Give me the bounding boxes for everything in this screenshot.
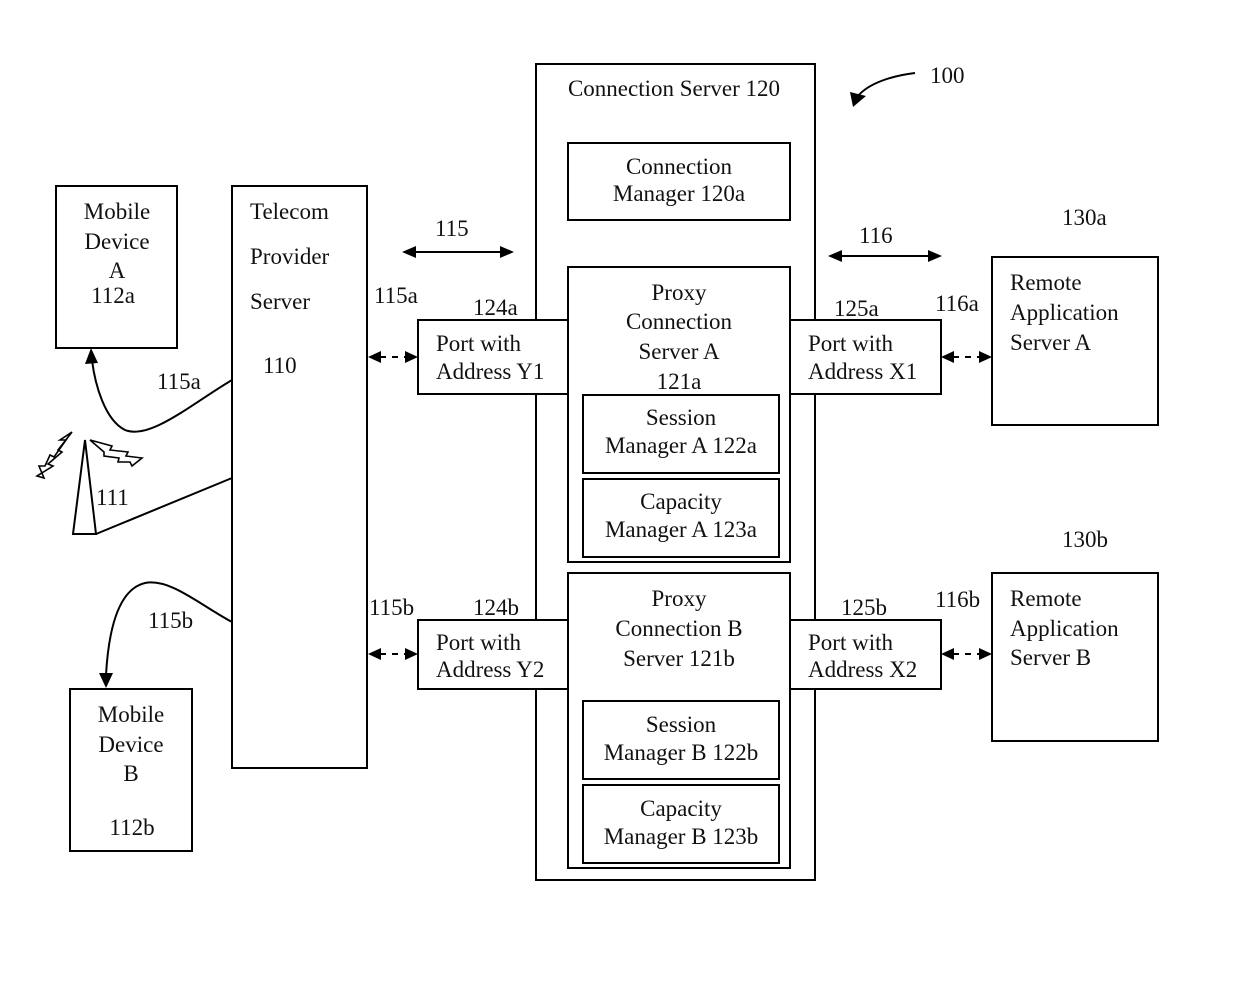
mobile-device-a-line-2: Device — [84, 229, 149, 254]
session-manager-a-line-2: Manager A 122a — [605, 433, 757, 458]
telecom-provider-server: Telecom Provider Server 110 — [231, 185, 368, 769]
link-115a-to-mobile-a: 115a — [85, 348, 233, 433]
mobile-device-b-ref: 112b — [109, 815, 154, 840]
port-y1-line-2: Address Y1 — [436, 359, 544, 384]
link-116-arrowhead-left — [828, 250, 842, 262]
remote-app-server-b-line-1: Remote — [1010, 586, 1082, 611]
link-115-arrowhead-right — [500, 246, 514, 258]
port-y1-arrowhead-right — [405, 351, 418, 363]
connection-server-title: Connection Server 120 — [568, 76, 780, 101]
mobile-device-a-ref: 112a — [91, 283, 135, 308]
mobile-device-b-line-3: B — [123, 761, 138, 786]
figure-ref-arrowhead — [850, 92, 866, 107]
link-115b-port-label: 115b — [369, 595, 414, 620]
port-y2-arrowhead-right — [405, 648, 418, 660]
port-x1-arrowhead-right — [979, 351, 992, 363]
connection-server: Connection Server 120 Connection Manager… — [535, 63, 816, 881]
link-115-label: 115 — [435, 216, 469, 241]
link-116b-label: 116b — [935, 587, 980, 612]
mobile-device-a-line-3: A — [109, 258, 126, 283]
link-115b-arrowhead — [99, 673, 113, 688]
capacity-manager-b-line-1: Capacity — [640, 796, 722, 821]
port-x1-line-2: Address X1 — [808, 359, 917, 384]
remote-app-server-a-line-3: Server A — [1010, 330, 1092, 355]
port-y2-arrowhead-left — [368, 648, 381, 660]
remote-app-server-b: Remote Application Server B 130b — [991, 527, 1159, 742]
link-115a-arrowhead — [85, 348, 98, 364]
mobile-device-b-line-1: Mobile — [98, 702, 164, 727]
remote-app-server-a-line-1: Remote — [1010, 270, 1082, 295]
link-115a-label: 115a — [157, 369, 201, 394]
port-x2-arrowhead-left — [941, 648, 954, 660]
mobile-device-a-line-1: Mobile — [84, 199, 150, 224]
proxy-server-a-line-4: 121a — [657, 369, 702, 394]
telecom-server-line-3: Server — [250, 289, 310, 314]
link-115b-to-mobile-b: 115b — [99, 581, 233, 688]
port-x2-ref: 125b — [841, 595, 887, 620]
link-116a-label: 116a — [935, 291, 979, 316]
figure-ref-label: 100 — [930, 63, 965, 88]
cell-tower-ref: 111 — [96, 485, 129, 510]
cell-tower: 111 — [35, 431, 233, 535]
proxy-server-b-line-2: Connection B — [615, 616, 742, 641]
port-x1-line-1: Port with — [808, 331, 893, 356]
port-x2: Port with Address X2 125b 116b — [789, 587, 992, 690]
remote-app-server-a-ref: 130a — [1062, 205, 1107, 230]
port-x1: Port with Address X1 125a 116a — [789, 291, 992, 395]
port-x1-arrowhead-left — [941, 351, 954, 363]
remote-app-server-a: Remote Application Server A 130a — [991, 205, 1159, 426]
link-115-arrowhead-left — [402, 246, 416, 258]
capacity-manager-a-line-1: Capacity — [640, 489, 722, 514]
port-x2-line-1: Port with — [808, 630, 893, 655]
figure-ref-arrow — [857, 72, 916, 97]
mobile-device-b: Mobile Device B 112b — [69, 688, 193, 852]
lightning-bolt-icon-left — [35, 431, 73, 480]
port-y2-line-2: Address Y2 — [436, 657, 544, 682]
proxy-server-b-line-3: Server 121b — [623, 646, 735, 671]
proxy-server-a-line-2: Connection — [626, 309, 733, 334]
link-116-arrow: 116 — [828, 223, 942, 262]
port-y1-ref: 124a — [473, 295, 518, 320]
telecom-server-line-2: Provider — [250, 244, 330, 269]
capacity-manager-a-line-2: Manager A 123a — [605, 517, 757, 542]
link-115a-port-label: 115a — [374, 283, 418, 308]
lightning-bolt-icon-right — [89, 439, 144, 468]
session-manager-b-line-1: Session — [646, 712, 717, 737]
telecom-server-box — [231, 185, 368, 769]
system-diagram: 100 Mobile Device A 112a Telecom Provide… — [35, 63, 1159, 881]
telecom-server-line-1: Telecom — [250, 199, 329, 224]
link-116-arrowhead-right — [928, 250, 942, 262]
port-y2-ref: 124b — [473, 595, 519, 620]
remote-app-server-b-ref: 130b — [1062, 527, 1108, 552]
proxy-server-a-line-3: Server A — [638, 339, 720, 364]
session-manager-a-line-1: Session — [646, 405, 717, 430]
remote-app-server-a-line-2: Application — [1010, 300, 1119, 325]
figure-reference: 100 — [850, 63, 965, 107]
mobile-device-a: Mobile Device A 112a — [55, 185, 178, 349]
link-116-label: 116 — [859, 223, 893, 248]
port-y1-line-1: Port with — [436, 331, 521, 356]
link-115b-label: 115b — [148, 608, 193, 633]
port-x1-ref: 125a — [834, 296, 879, 321]
remote-app-server-b-line-3: Server B — [1010, 645, 1091, 670]
connection-manager-line-2: Manager 120a — [613, 181, 745, 206]
remote-app-server-b-line-2: Application — [1010, 616, 1119, 641]
proxy-server-b-line-1: Proxy — [652, 586, 707, 611]
port-x2-arrowhead-right — [979, 648, 992, 660]
cell-tower-icon — [71, 439, 98, 535]
session-manager-b-line-2: Manager B 122b — [604, 740, 759, 765]
link-115-arrow: 115 — [402, 216, 514, 258]
port-y2-line-1: Port with — [436, 630, 521, 655]
port-x2-line-2: Address X2 — [808, 657, 917, 682]
port-y1-arrowhead-left — [368, 351, 381, 363]
connection-manager-line-1: Connection — [626, 154, 733, 179]
mobile-device-b-line-2: Device — [98, 732, 163, 757]
capacity-manager-b-line-2: Manager B 123b — [604, 824, 759, 849]
proxy-server-a-line-1: Proxy — [652, 280, 707, 305]
telecom-server-ref: 110 — [263, 353, 297, 378]
